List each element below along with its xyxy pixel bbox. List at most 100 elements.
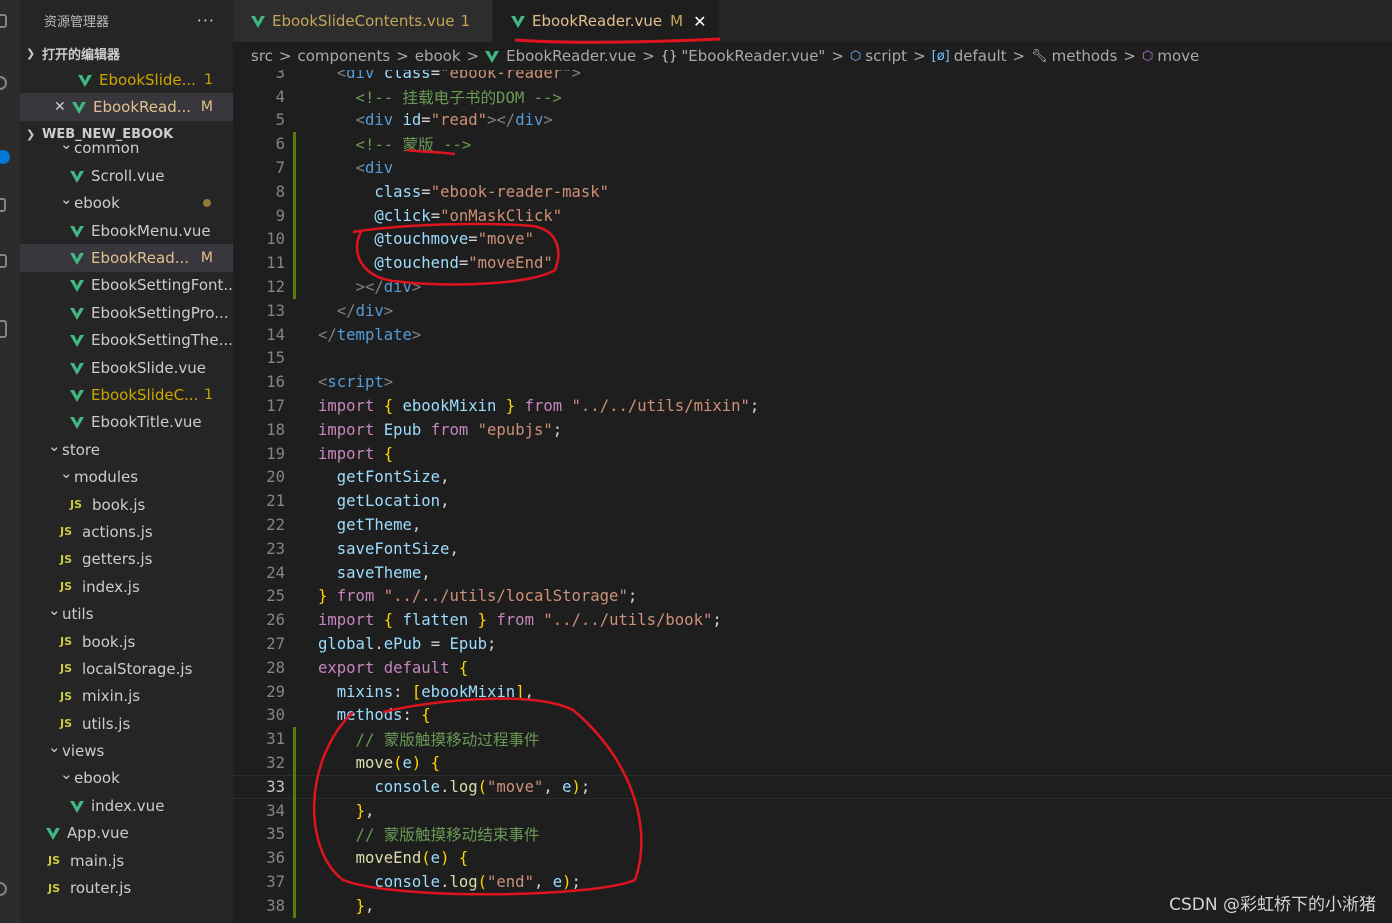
code-line[interactable]: 8 class="ebook-reader-mask" bbox=[233, 180, 1392, 204]
code-line[interactable]: 33 console.log("move", e); bbox=[233, 775, 1392, 799]
run-debug-icon[interactable] bbox=[0, 198, 6, 212]
tree-item-label: EbookSettingThe... bbox=[91, 331, 233, 350]
code-line[interactable]: 13 </div> bbox=[233, 299, 1392, 323]
open-editor-item[interactable]: ✕ EbookRead... M bbox=[20, 93, 233, 121]
tree-file[interactable]: EbookSlideC... 1 bbox=[20, 381, 233, 408]
code-line[interactable]: 11 @touchend="moveEnd" bbox=[233, 251, 1392, 276]
code-editor[interactable]: 3 <div class="ebook-reader"> 4 <!-- 挂载电子书… bbox=[233, 70, 1392, 923]
code-line[interactable]: 23 saveFontSize, bbox=[233, 537, 1392, 561]
tab-ebook-slide-contents[interactable]: EbookSlideContents.vue 1 bbox=[233, 0, 493, 42]
tree-file[interactable]: EbookSettingThe... bbox=[20, 327, 233, 354]
code-line[interactable]: 9 @click="onMaskClick" bbox=[233, 203, 1392, 228]
open-editors-section[interactable]: ❯ 打开的编辑器 bbox=[20, 40, 233, 66]
explorer-icon[interactable] bbox=[0, 14, 7, 28]
extensions-icon[interactable] bbox=[0, 254, 7, 268]
code-line[interactable]: 16 <script> bbox=[233, 370, 1392, 394]
code-line[interactable]: 24 saveTheme, bbox=[233, 561, 1392, 585]
breadcrumb-item[interactable]: components bbox=[297, 47, 390, 65]
code-line[interactable]: 21 getLocation, bbox=[233, 489, 1392, 513]
tree-file[interactable]: EbookRead... M bbox=[20, 244, 233, 272]
code-line[interactable]: 31 // 蒙版触摸移动过程事件 bbox=[233, 727, 1392, 752]
code-line[interactable]: 27 global.ePub = Epub; bbox=[233, 632, 1392, 656]
code-line[interactable]: 35 // 蒙版触摸移动结束事件 bbox=[233, 822, 1392, 847]
open-editor-item[interactable]: EbookSlide... 1 bbox=[20, 66, 233, 93]
tree-item-label: utils bbox=[62, 605, 94, 624]
search-icon[interactable] bbox=[0, 76, 7, 90]
tab-ebook-reader[interactable]: EbookReader.vue M ✕ bbox=[493, 0, 719, 42]
tree-file[interactable]: JS mixin.js bbox=[20, 683, 233, 710]
breadcrumb-item[interactable]: "EbookReader.vue" bbox=[681, 47, 825, 65]
tree-file[interactable]: EbookSettingFont... bbox=[20, 272, 233, 299]
code-line[interactable]: 10 @touchmove="move" bbox=[233, 227, 1392, 252]
code-line[interactable]: 14 </template> bbox=[233, 323, 1392, 347]
tree-file[interactable]: JS main.js bbox=[20, 847, 233, 874]
line-number: 29 bbox=[266, 682, 285, 701]
code-line[interactable]: 28 export default { bbox=[233, 656, 1392, 680]
tree-folder[interactable]: ⌄ store bbox=[20, 436, 233, 463]
code-line[interactable]: 17 import { ebookMixin } from "../../util… bbox=[233, 394, 1392, 418]
tree-folder[interactable]: ⌄ views bbox=[20, 737, 233, 764]
breadcrumb-item[interactable]: default bbox=[954, 47, 1007, 65]
code-line[interactable]: 7 <div bbox=[233, 156, 1392, 180]
line-number: 7 bbox=[275, 159, 285, 178]
code-line[interactable]: 32 move(e) { bbox=[233, 751, 1392, 775]
line-source: console.log("end", e); bbox=[374, 873, 581, 892]
code-line[interactable]: 4 <!-- 挂载电子书的DOM --> bbox=[233, 85, 1392, 109]
code-line[interactable]: 30 methods: { bbox=[233, 704, 1392, 728]
tree-file[interactable]: EbookSettingPro... bbox=[20, 299, 233, 326]
tree-file[interactable]: JS utils.js bbox=[20, 710, 233, 737]
tree-folder[interactable]: ⌄ utils bbox=[20, 600, 233, 627]
code-line[interactable]: 22 getTheme, bbox=[233, 513, 1392, 537]
tree-file[interactable]: JS actions.js bbox=[20, 518, 233, 545]
line-number: 8 bbox=[275, 182, 285, 201]
code-line[interactable]: 15 bbox=[233, 347, 1392, 371]
code-line[interactable]: 18 import Epub from "epubjs"; bbox=[233, 418, 1392, 442]
tree-file[interactable]: EbookMenu.vue bbox=[20, 217, 233, 244]
code-line[interactable]: 20 getFontSize, bbox=[233, 466, 1392, 490]
breadcrumb-item[interactable]: methods bbox=[1052, 47, 1118, 65]
code-line[interactable]: 34 }, bbox=[233, 798, 1392, 823]
close-icon[interactable]: ✕ bbox=[693, 12, 706, 31]
code-line[interactable]: 5 <div id="read"></div> bbox=[233, 109, 1392, 133]
code-line[interactable]: 12 ></div> bbox=[233, 275, 1392, 299]
tree-file[interactable]: EbookSlide.vue bbox=[20, 354, 233, 381]
breadcrumb-item[interactable]: src bbox=[251, 47, 273, 65]
code-line[interactable]: 6 <!-- 蒙版 --> bbox=[233, 132, 1392, 157]
tree-file[interactable]: JS index.js bbox=[20, 573, 233, 600]
tree-file[interactable]: App.vue bbox=[20, 820, 233, 847]
tree-folder[interactable]: ⌄ common bbox=[20, 135, 233, 162]
tree-file[interactable]: EbookTitle.vue bbox=[20, 409, 233, 436]
tree-folder[interactable]: ⌄ ebook bbox=[20, 765, 233, 792]
code-line[interactable]: 25} from "../../utils/localStorage"; bbox=[233, 585, 1392, 609]
tree-file[interactable]: Scroll.vue bbox=[20, 162, 233, 189]
breadcrumb-item[interactable]: ebook bbox=[415, 47, 461, 65]
close-icon[interactable]: ✕ bbox=[46, 99, 72, 115]
vue-file-icon bbox=[78, 74, 92, 87]
breadcrumb-item[interactable]: EbookReader.vue bbox=[506, 47, 636, 65]
code-line[interactable]: 39 // 蒙版点击事件,点击左边翻上一页,点击右边翻下一页 bbox=[233, 918, 1392, 923]
code-line[interactable]: 26 import { flatten } from "../../utils/b… bbox=[233, 608, 1392, 632]
code-line[interactable]: 3 <div class="ebook-reader"> bbox=[233, 70, 1392, 85]
tree-file[interactable]: JS book.js bbox=[20, 628, 233, 655]
remote-icon[interactable] bbox=[0, 320, 7, 338]
tree-folder[interactable]: ⌄ ebook bbox=[20, 190, 233, 217]
tree-file[interactable]: index.vue bbox=[20, 792, 233, 819]
tree-folder[interactable]: ⌄ modules bbox=[20, 463, 233, 490]
code-line[interactable]: 36 moveEnd(e) { bbox=[233, 846, 1392, 871]
tree-file[interactable]: JS book.js bbox=[20, 491, 233, 518]
code-line[interactable]: 29 mixins: [ebookMixin], bbox=[233, 680, 1392, 704]
js-file-icon: JS bbox=[60, 580, 73, 594]
code-line[interactable]: 19 import { bbox=[233, 442, 1392, 466]
breadcrumb-item[interactable]: move bbox=[1157, 47, 1199, 65]
account-icon[interactable] bbox=[0, 882, 7, 896]
tree-file[interactable]: JS router.js bbox=[20, 874, 233, 901]
line-number: 15 bbox=[266, 349, 285, 368]
breadcrumb-separator: > bbox=[278, 47, 292, 65]
breadcrumb-item[interactable]: script bbox=[865, 47, 907, 65]
line-source: @touchmove="move" bbox=[374, 230, 534, 249]
git-added-gutter bbox=[293, 798, 296, 823]
tree-file[interactable]: JS getters.js bbox=[20, 546, 233, 573]
more-actions-icon[interactable]: ··· bbox=[197, 11, 215, 30]
line-number: 21 bbox=[266, 492, 285, 511]
tree-file[interactable]: JS localStorage.js bbox=[20, 655, 233, 682]
